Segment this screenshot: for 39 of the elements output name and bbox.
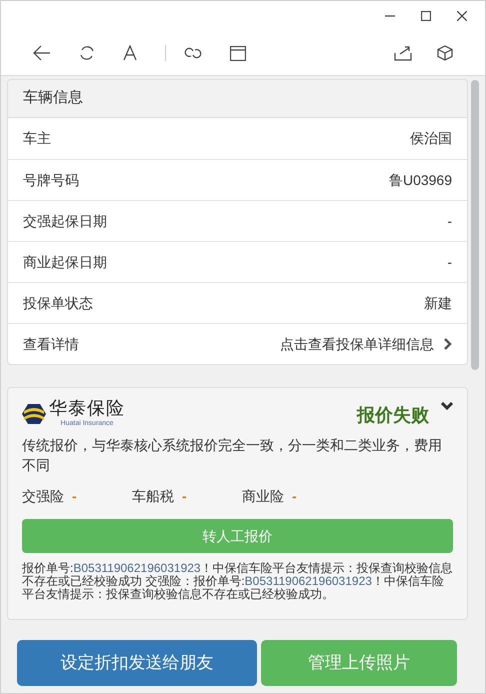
scrollbar-thumb[interactable]: [471, 80, 479, 370]
field-label: 商业起保日期: [23, 252, 108, 272]
field-label: 查看详情: [23, 334, 80, 354]
field-label: 交强起保日期: [23, 212, 108, 230]
quote-status: 报价失败: [357, 404, 429, 427]
back-arrow-icon[interactable]: [33, 45, 51, 61]
field-label: 投保单状态: [23, 294, 94, 312]
premium-value: -: [182, 487, 187, 506]
error-message: 报价单号:B053119062196031923！中保信车险平台友情提示：投保查询校验信息不存在或已经校验成功 交强险：报价单号:B053119062196031923！中保信车险平台友情提示：投保查询校验信息不存在或已经校验成功。: [22, 562, 453, 601]
premium-value: -: [72, 487, 77, 506]
premium-label: 车船税: [132, 487, 174, 506]
field-value: 新建: [424, 294, 452, 312]
font-icon[interactable]: [123, 45, 137, 61]
field-value: 侯治国: [410, 129, 452, 148]
field-value: 鲁U03969: [388, 170, 452, 190]
details-link[interactable]: 点击查看投保单详细信息: [280, 334, 452, 354]
field-value: -: [447, 212, 452, 230]
chevron-right-icon: [444, 338, 452, 350]
field-label: 号牌号码: [23, 170, 80, 190]
close-icon[interactable]: [457, 11, 467, 21]
manual-quote-button[interactable]: 转人工报价: [22, 519, 453, 553]
section-title: 车辆信息: [23, 88, 83, 108]
cube-icon[interactable]: [437, 45, 453, 61]
refresh-icon[interactable]: [79, 45, 95, 61]
share-icon[interactable]: [394, 45, 412, 61]
link-icon[interactable]: [184, 47, 202, 59]
premium-value: -: [292, 487, 297, 506]
window-icon[interactable]: [230, 46, 246, 60]
field-value: -: [447, 252, 452, 272]
premium-label: 交强险: [22, 487, 64, 506]
action-button[interactable]: 管理上传照片: [261, 640, 457, 686]
chevron-down-icon[interactable]: [441, 402, 453, 410]
premium-label: 商业险: [242, 487, 284, 506]
maximize-icon[interactable]: [421, 11, 431, 21]
action-button[interactable]: 设定折扣发送给朋友: [17, 640, 257, 686]
field-label: 车主: [23, 129, 52, 148]
shield-logo-icon: [22, 402, 46, 424]
logo-text: 华泰保险: [49, 400, 125, 418]
quote-description: 传统报价，与华泰核心系统报价完全一致，分一类和二类业务，费用不同: [22, 436, 443, 475]
